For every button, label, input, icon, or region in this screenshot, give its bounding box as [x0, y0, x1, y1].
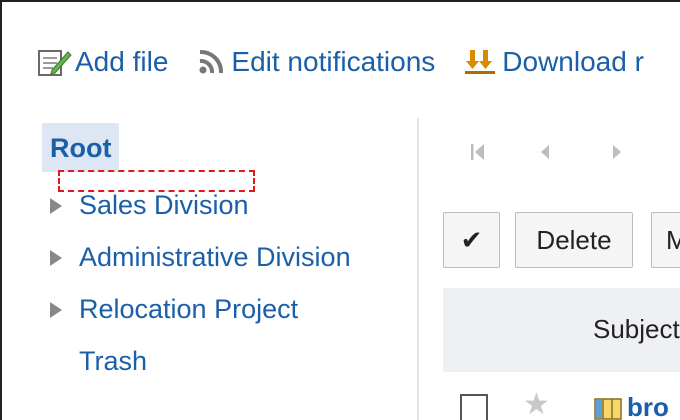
delete-label: Delete [536, 224, 612, 255]
add-file-icon [38, 50, 72, 76]
tree-item-trash[interactable]: Trash [50, 346, 147, 377]
tree-item-administrative-division[interactable]: Administrative Division [50, 242, 351, 273]
pager [468, 140, 624, 164]
file-title-link[interactable]: bro [593, 392, 669, 420]
edit-notifications-label: Edit notifications [231, 46, 436, 77]
tree-item-relocation-project[interactable]: Relocation Project [50, 294, 298, 325]
table-header: Subject [443, 288, 680, 372]
download-button[interactable]: Download r [463, 46, 644, 78]
edit-notifications-button[interactable]: Edit notifications [196, 46, 435, 78]
check-icon: ✔ [460, 224, 483, 255]
add-file-label: Add file [75, 46, 169, 77]
move-label: M [666, 224, 680, 255]
tree-item-sales-division[interactable]: Sales Division [50, 190, 249, 221]
tree-root[interactable]: Root [42, 123, 120, 172]
rss-icon [199, 50, 224, 74]
file-title: bro [627, 392, 669, 420]
toolbar: Add file Edit notifications Download r [38, 44, 644, 80]
select-all-button[interactable]: ✔ [443, 212, 500, 268]
row-checkbox[interactable] [460, 394, 488, 420]
drop-target-indicator [58, 170, 255, 192]
download-label: Download r [502, 46, 644, 77]
expand-arrow-icon[interactable] [50, 249, 62, 266]
previous-page-icon[interactable] [538, 140, 552, 164]
table-row: ★ bro [443, 388, 680, 420]
next-page-icon[interactable] [610, 140, 624, 164]
delete-button[interactable]: Delete [515, 212, 633, 268]
book-icon [594, 397, 622, 420]
move-button[interactable]: M [651, 212, 680, 268]
download-icon [465, 50, 496, 74]
tree-item-label: Sales Division [79, 190, 249, 220]
tree-item-label: Administrative Division [79, 242, 351, 272]
tree-item-label: Relocation Project [79, 294, 299, 324]
expand-arrow-icon[interactable] [50, 301, 62, 318]
star-icon[interactable]: ★ [523, 390, 550, 420]
pane-divider[interactable] [417, 118, 419, 420]
add-file-button[interactable]: Add file [38, 46, 168, 78]
expand-arrow-icon[interactable] [50, 197, 62, 214]
tree-item-label: Trash [79, 346, 148, 376]
column-header-subject[interactable]: Subject [593, 314, 680, 345]
first-page-icon[interactable] [468, 140, 488, 164]
folder-tree: Root Sales Division Administrative Divis… [42, 123, 402, 376]
